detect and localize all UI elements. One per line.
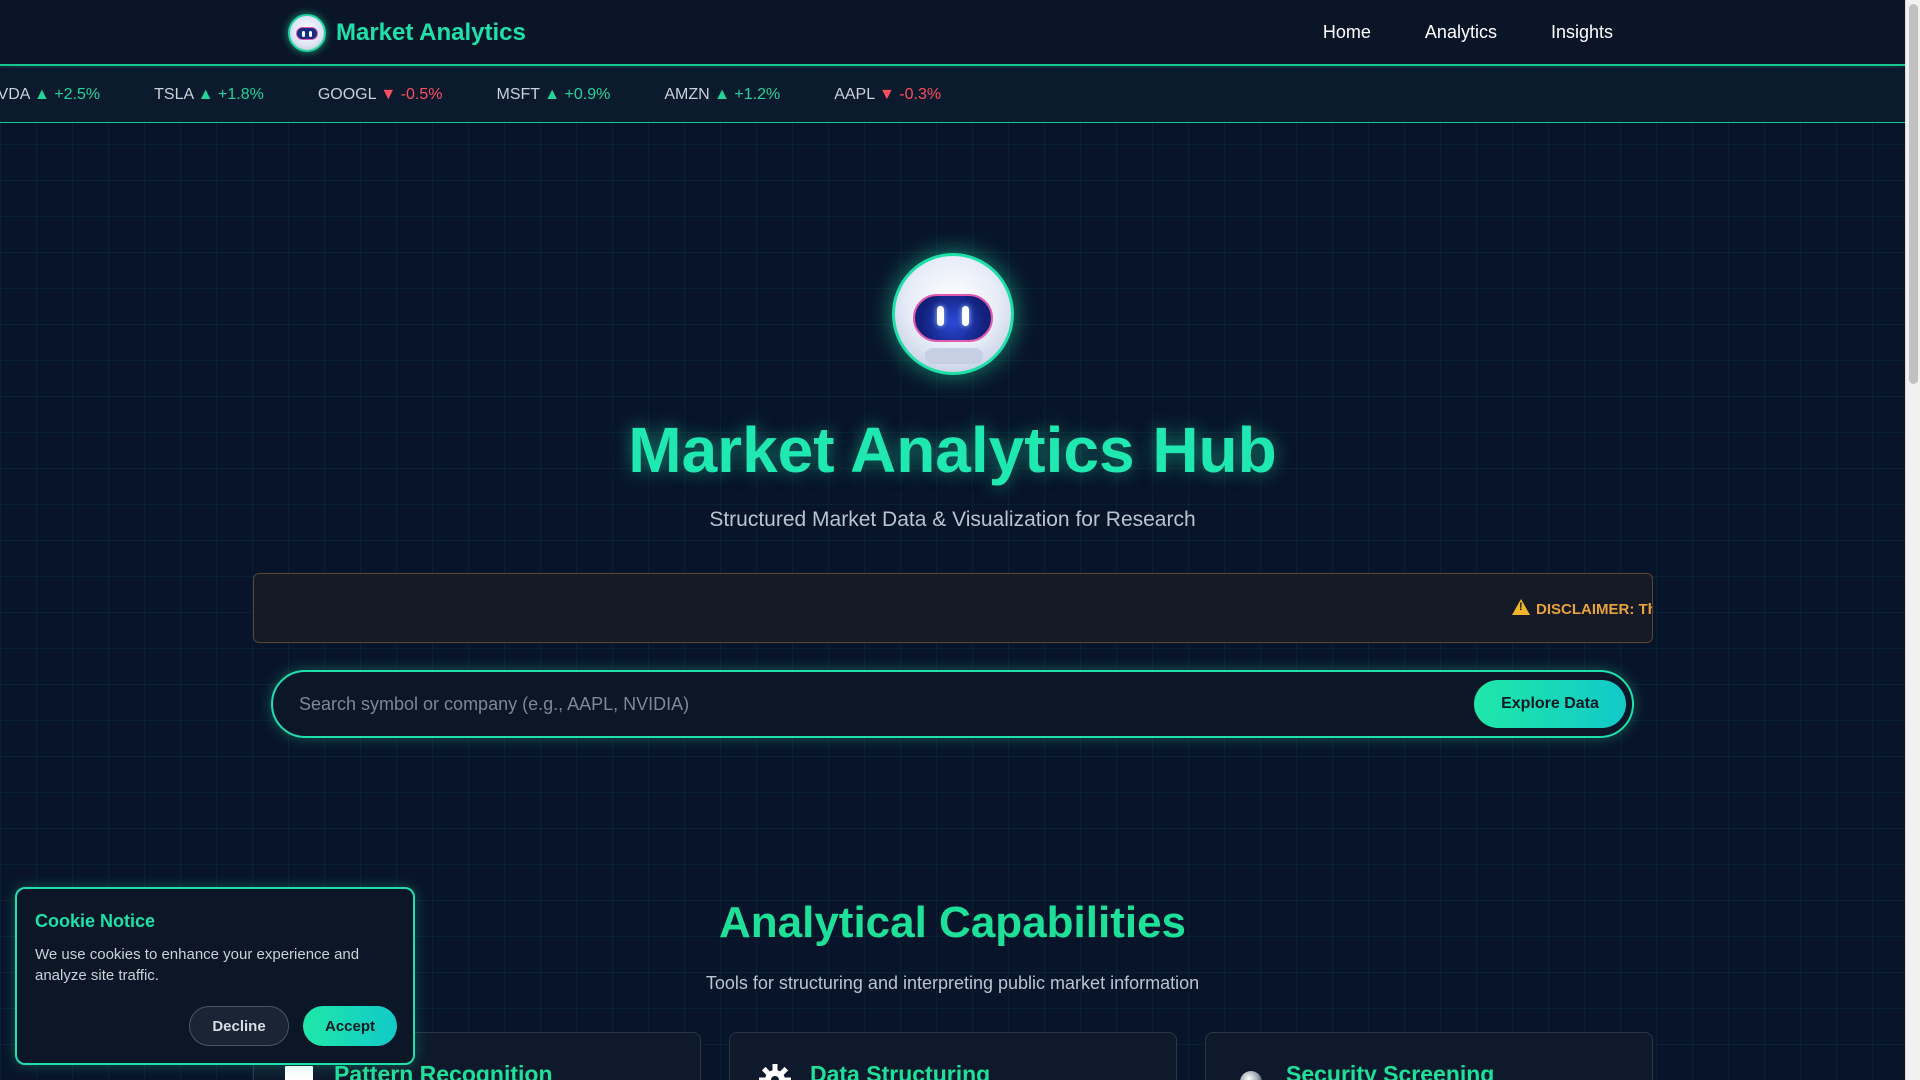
ticker-track: NVDA ▲ +2.5% TSLA ▲ +1.8% GOOGL ▼ -0.5% … (0, 86, 995, 104)
search-bar: Explore Data (271, 670, 1634, 738)
nav-link-analytics[interactable]: Analytics (1425, 22, 1497, 43)
ticker-item: NVDA ▲ +2.5% (0, 86, 101, 103)
brand-name: Market Analytics (336, 19, 526, 46)
card-title: Data Structuring (810, 1061, 991, 1080)
card-title: Security Screening (1286, 1061, 1495, 1080)
cookie-text: We use cookies to enhance your experienc… (35, 946, 360, 984)
nav-link-home[interactable]: Home (1323, 22, 1371, 43)
robot-logo-icon (288, 14, 326, 52)
disclaimer-marquee: DISCLAIMER: Th (1512, 599, 1653, 618)
ticker-item: TSLA ▲ +1.8% (154, 86, 264, 103)
hero-subtitle: Structured Market Data & Visualization f… (709, 508, 1196, 531)
ticker-item: GOOGL ▼ -0.5% (317, 86, 443, 103)
page: Market Analytics Home Analytics Insights… (0, 0, 1905, 1080)
gear-icon (759, 1064, 791, 1080)
hero-title: Market Analytics Hub (628, 414, 1277, 486)
page-scrollbar[interactable] (1905, 0, 1920, 1080)
nav-link-insights[interactable]: Insights (1551, 22, 1613, 43)
sphere-icon (1240, 1071, 1262, 1080)
cookie-notice: Cookie Notice We use cookies to enhance … (15, 887, 415, 1065)
search-input[interactable] (299, 686, 1449, 722)
nav-links: Home Analytics Insights (1323, 0, 1613, 64)
square-icon (285, 1066, 313, 1080)
disclaimer-text: DISCLAIMER: Th (1536, 601, 1653, 618)
ticker-item: AAPL ▼ -0.3% (834, 86, 942, 103)
ticker-item: MSFT ▲ +0.9% (496, 86, 611, 103)
navbar: Market Analytics Home Analytics Insights (0, 0, 1905, 66)
capability-card-data-structuring[interactable]: Data Structuring (729, 1032, 1177, 1080)
ticker-item: AMZN ▲ +1.2% (664, 86, 781, 103)
capability-cards: Pattern Recognition Data Structuring Sec… (253, 1032, 1653, 1080)
scrollbar-thumb[interactable] (1909, 4, 1918, 384)
robot-avatar-icon (892, 253, 1014, 375)
explore-data-button[interactable]: Explore Data (1474, 680, 1626, 728)
brand-link[interactable]: Market Analytics (288, 14, 526, 52)
stock-ticker: NVDA ▲ +2.5% TSLA ▲ +1.8% GOOGL ▼ -0.5% … (0, 68, 1905, 123)
cookie-title: Cookie Notice (35, 911, 156, 931)
disclaimer-banner: DISCLAIMER: Th (253, 573, 1653, 643)
capability-card-security-screening[interactable]: Security Screening (1205, 1032, 1653, 1080)
decline-button[interactable]: Decline (189, 1006, 289, 1046)
warning-icon (1512, 599, 1530, 615)
accept-button[interactable]: Accept (303, 1006, 397, 1046)
